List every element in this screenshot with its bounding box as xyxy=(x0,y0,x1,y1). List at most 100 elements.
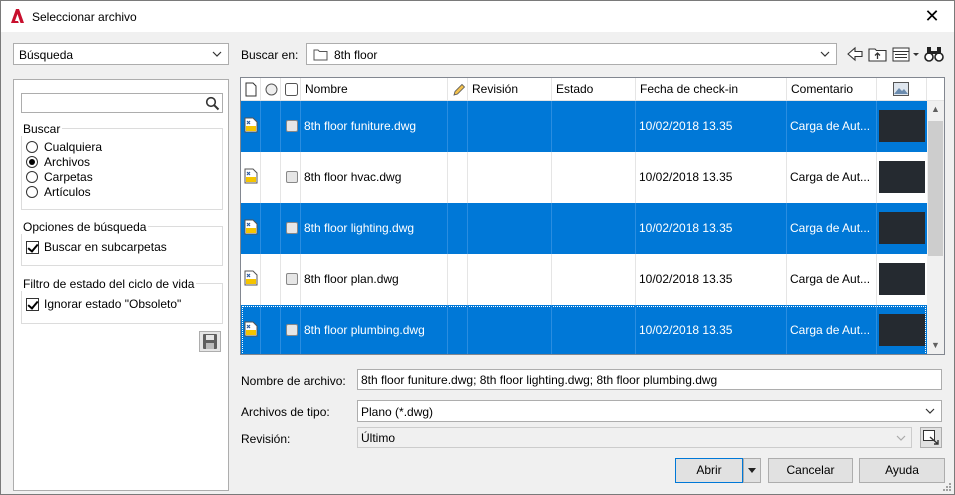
table-row[interactable]: 8th floor lighting.dwg 10/02/2018 13.35 Ca… xyxy=(241,203,927,254)
obsolete-checkbox[interactable] xyxy=(26,298,39,311)
radio-button xyxy=(26,186,38,198)
radio-label: Archivos xyxy=(44,155,91,169)
table-row[interactable]: 8th floor plumbing.dwg 10/02/2018 13.35 Ca… xyxy=(241,305,927,354)
status-cell xyxy=(261,254,281,305)
revision-dialog-icon xyxy=(923,430,939,445)
document-icon xyxy=(245,82,257,97)
chevron-down-icon xyxy=(896,435,906,441)
state-cell xyxy=(552,254,636,305)
column-revision[interactable]: Revisión xyxy=(468,78,552,101)
column-select-all[interactable] xyxy=(281,78,301,101)
filetype-label: Archivos de tipo: xyxy=(241,405,330,419)
title-bar: Seleccionar archivo ✕ xyxy=(1,1,954,32)
resize-grip-icon[interactable] xyxy=(942,482,952,492)
column-comment[interactable]: Comentario xyxy=(787,78,877,101)
file-list[interactable]: Nombre Revisión Estado Fecha de check-in… xyxy=(240,77,945,355)
dwg-file-icon xyxy=(244,219,258,235)
revision-options-button[interactable] xyxy=(920,427,942,448)
table-row[interactable]: 8th floor plan.dwg 10/02/2018 13.35 Carga … xyxy=(241,254,927,305)
filename-label: Nombre de archivo: xyxy=(241,374,346,388)
column-checkin-date[interactable]: Fecha de check-in xyxy=(636,78,787,101)
dwg-file-icon xyxy=(244,168,258,184)
checkbox-icon xyxy=(285,83,298,96)
scroll-down-icon[interactable]: ▼ xyxy=(927,337,944,354)
search-options-group-title: Opciones de búsqueda xyxy=(21,220,149,234)
state-cell xyxy=(552,305,636,354)
column-state[interactable]: Estado xyxy=(552,78,636,101)
revision-cell xyxy=(468,305,552,354)
row-checkbox[interactable] xyxy=(286,120,298,132)
chevron-down-icon xyxy=(820,51,830,57)
checkin-date-cell: 10/02/2018 13.35 xyxy=(636,101,787,152)
up-folder-button[interactable] xyxy=(867,43,889,65)
row-checkbox[interactable] xyxy=(286,324,298,336)
back-button[interactable] xyxy=(845,43,865,65)
state-cell xyxy=(552,152,636,203)
file-list-scrollbar[interactable]: ▲ ▼ xyxy=(927,101,944,354)
column-thumbnail[interactable] xyxy=(877,78,927,101)
search-panel: Buscar Cualquiera Archivos Carpetas Artí… xyxy=(13,79,229,491)
edit-cell xyxy=(448,203,468,254)
look-in-label: Buscar en: xyxy=(241,48,299,62)
cancel-button[interactable]: Cancelar xyxy=(768,458,853,483)
edit-cell xyxy=(448,305,468,354)
file-list-header: Nombre Revisión Estado Fecha de check-in… xyxy=(241,78,944,101)
chevron-down-icon xyxy=(748,468,756,473)
subfolders-checkbox[interactable] xyxy=(26,241,39,254)
row-checkbox[interactable] xyxy=(286,273,298,285)
select-file-dialog: Seleccionar archivo ✕ Búsqueda Buscar Cu… xyxy=(0,0,955,495)
filename-value: 8th floor funiture.dwg; 8th floor lighti… xyxy=(361,373,718,387)
scroll-up-icon[interactable]: ▲ xyxy=(927,101,944,118)
status-circle-icon xyxy=(265,83,278,96)
file-name-cell: 8th floor funiture.dwg xyxy=(301,101,448,152)
scroll-thumb[interactable] xyxy=(928,121,943,256)
filetype-value: Plano (*.dwg) xyxy=(361,405,434,419)
folder-icon xyxy=(313,49,328,61)
dwg-file-icon xyxy=(244,321,258,337)
drawing-thumbnail xyxy=(879,314,925,346)
dwg-file-icon xyxy=(244,117,258,133)
column-file-type[interactable] xyxy=(241,78,261,101)
open-button[interactable]: Abrir xyxy=(675,458,743,483)
chevron-down-icon xyxy=(212,51,222,57)
revision-select[interactable]: Último xyxy=(357,427,912,448)
open-options-button[interactable] xyxy=(743,458,761,483)
search-type-group-title: Buscar xyxy=(21,122,63,136)
file-name-cell: 8th floor hvac.dwg xyxy=(301,152,448,203)
up-folder-icon xyxy=(868,48,887,62)
row-checkbox[interactable] xyxy=(286,222,298,234)
checkin-date-cell: 10/02/2018 13.35 xyxy=(636,305,787,354)
filename-input[interactable]: 8th floor funiture.dwg; 8th floor lighti… xyxy=(357,369,942,390)
comment-cell: Carga de Aut... xyxy=(787,305,877,354)
row-checkbox[interactable] xyxy=(286,171,298,183)
column-edit[interactable] xyxy=(448,78,468,101)
status-cell xyxy=(261,305,281,354)
image-icon xyxy=(893,82,909,96)
radio-label: Artículos xyxy=(44,185,91,199)
look-in-select[interactable]: 8th floor xyxy=(306,43,837,65)
revision-cell xyxy=(468,152,552,203)
table-row[interactable]: 8th floor funiture.dwg 10/02/2018 13.35 Ca… xyxy=(241,101,927,152)
drawing-thumbnail xyxy=(879,263,925,295)
status-cell xyxy=(261,101,281,152)
views-menu-button[interactable] xyxy=(891,43,921,65)
comment-cell: Carga de Aut... xyxy=(787,203,877,254)
help-button[interactable]: Ayuda xyxy=(859,458,945,483)
window-title: Seleccionar archivo xyxy=(32,10,137,24)
obsolete-label: Ignorar estado "Obsoleto" xyxy=(44,297,182,311)
lifecycle-filter-group-title: Filtro de estado del ciclo de vida xyxy=(21,277,197,291)
find-button[interactable] xyxy=(923,43,945,65)
table-row[interactable]: 8th floor hvac.dwg 10/02/2018 13.35 Carga … xyxy=(241,152,927,203)
chevron-down-icon xyxy=(925,408,935,414)
comment-cell: Carga de Aut... xyxy=(787,101,877,152)
close-button[interactable]: ✕ xyxy=(910,1,954,32)
save-search-button[interactable] xyxy=(199,331,221,352)
column-status[interactable] xyxy=(261,78,281,101)
radio-label: Cualquiera xyxy=(44,140,103,154)
revision-cell xyxy=(468,203,552,254)
column-name[interactable]: Nombre xyxy=(301,78,448,101)
status-cell xyxy=(261,152,281,203)
filetype-select[interactable]: Plano (*.dwg) xyxy=(357,400,942,422)
search-input[interactable] xyxy=(21,93,223,113)
mode-select[interactable]: Búsqueda xyxy=(13,43,229,65)
